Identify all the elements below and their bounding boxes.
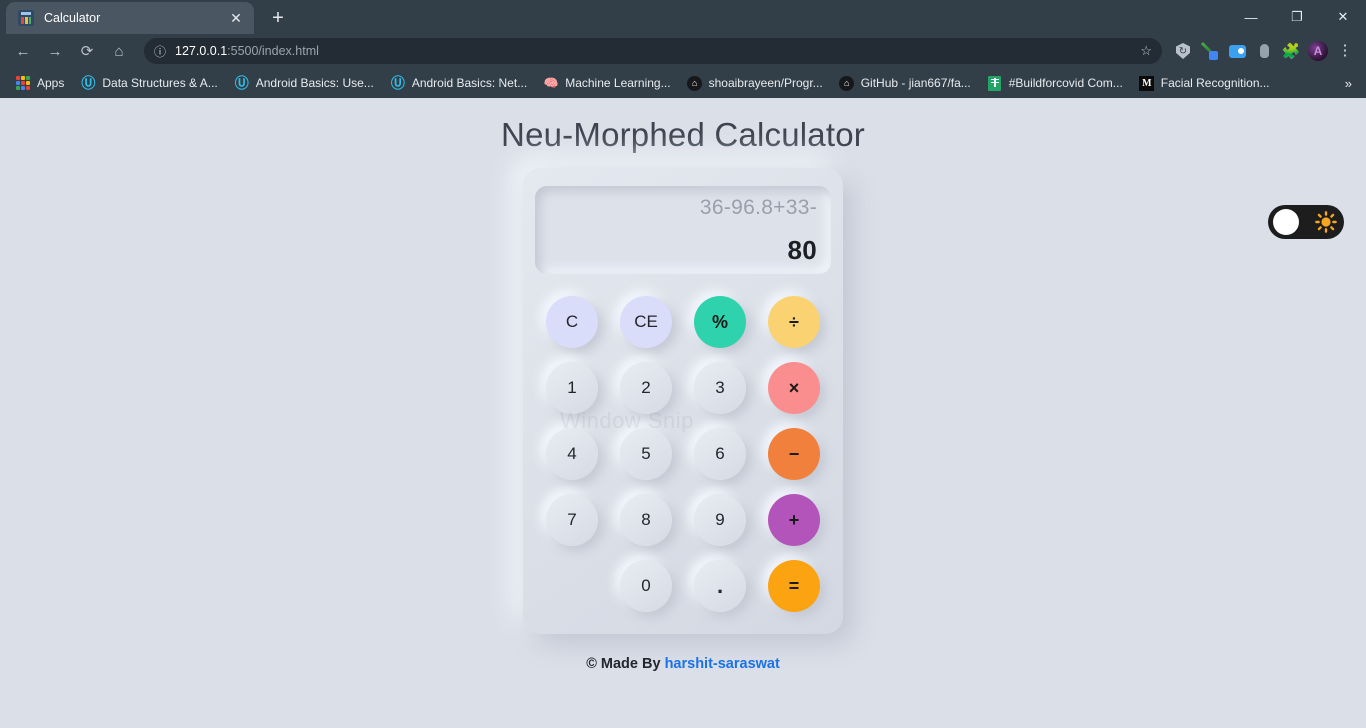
zoom-video-icon[interactable]: [1224, 38, 1250, 64]
reload-icon[interactable]: ⟳: [72, 36, 102, 66]
key-8[interactable]: 8: [620, 494, 672, 546]
medium-icon: M: [1139, 75, 1155, 91]
extensions-puzzle-icon[interactable]: 🧩: [1278, 38, 1304, 64]
new-tab-button[interactable]: +: [264, 4, 292, 32]
key-0[interactable]: 0: [620, 560, 672, 612]
key-7[interactable]: 7: [546, 494, 598, 546]
udacity-icon: Ⓤ: [234, 75, 249, 91]
key-equals[interactable]: =: [768, 560, 820, 612]
bookmark-android-basics-user[interactable]: Ⓤ Android Basics: Use...: [227, 72, 381, 94]
chrome-menu-icon[interactable]: ⋮: [1332, 38, 1358, 64]
bookmark-label: Data Structures & A...: [102, 76, 218, 90]
key-3[interactable]: 3: [694, 362, 746, 414]
key-clear-all[interactable]: C: [546, 296, 598, 348]
calculator-favicon-icon: [18, 10, 34, 26]
calculator-wrapper: 36-96.8+33- 80 C CE % ÷ 1 2 3 × 4 5 6 − …: [0, 168, 1366, 634]
address-bar[interactable]: ⓘ 127.0.0.1:5500/index.html ☆: [144, 38, 1162, 64]
bookmarks-bar: Apps Ⓤ Data Structures & A... Ⓤ Android …: [0, 68, 1366, 98]
key-subtract[interactable]: −: [768, 428, 820, 480]
footer-credit: © Made By harshit-saraswat: [0, 656, 1366, 672]
tab-title: Calculator: [44, 11, 101, 25]
display-result: 80: [787, 235, 817, 265]
display-expression: 36-96.8+33-: [699, 196, 817, 219]
key-spacer: [546, 560, 598, 612]
site-info-icon[interactable]: ⓘ: [154, 43, 166, 60]
toggle-knob[interactable]: [1273, 209, 1299, 235]
toolbar-extension-icons: 🧩 ⋮: [1170, 38, 1358, 64]
bookmark-label: Apps: [37, 76, 65, 90]
key-percent[interactable]: %: [694, 296, 746, 348]
bookmark-label: Android Basics: Use...: [255, 76, 374, 90]
url-host: 127.0.0.1: [175, 44, 228, 58]
profile-avatar-icon[interactable]: [1305, 38, 1331, 64]
apps-grid-icon: [15, 75, 31, 91]
bookmark-label: Android Basics: Net...: [411, 76, 528, 90]
eyedropper-icon[interactable]: [1197, 38, 1223, 64]
bookmark-shoaibrayeen[interactable]: shoaibrayeen/Progr...: [680, 72, 830, 94]
key-5[interactable]: 5: [620, 428, 672, 480]
page-content: Neu-Morphed Calculator 36-96.8+33- 80 C …: [0, 98, 1366, 728]
bookmark-android-basics-net[interactable]: Ⓤ Android Basics: Net...: [383, 72, 534, 94]
bookmark-facial-recognition[interactable]: M Facial Recognition...: [1132, 72, 1277, 94]
bookmark-label: shoaibrayeen/Progr...: [708, 76, 823, 90]
forward-icon[interactable]: →: [40, 36, 70, 66]
close-window-icon[interactable]: ✕: [1320, 0, 1366, 34]
key-add[interactable]: +: [768, 494, 820, 546]
bookmark-machine-learning[interactable]: 🧠 Machine Learning...: [536, 72, 677, 94]
calculator-display: 36-96.8+33- 80: [535, 186, 831, 274]
footer-prefix: © Made By: [586, 656, 665, 672]
tab-strip: Calculator ✕ + — ❐ ✕: [0, 0, 1366, 34]
key-multiply[interactable]: ×: [768, 362, 820, 414]
key-1[interactable]: 1: [546, 362, 598, 414]
home-icon[interactable]: ⌂: [104, 36, 134, 66]
bookmark-apps[interactable]: Apps: [8, 72, 71, 94]
google-sheets-icon: [987, 75, 1003, 91]
calculator-keypad: C CE % ÷ 1 2 3 × 4 5 6 − 7 8 9 + 0 . =: [535, 296, 831, 612]
key-decimal[interactable]: .: [694, 560, 746, 612]
browser-tab-calculator[interactable]: Calculator ✕: [6, 2, 254, 34]
page-title: Neu-Morphed Calculator: [501, 116, 865, 153]
github-icon: [839, 75, 855, 91]
bookmark-label: Machine Learning...: [565, 76, 671, 90]
key-6[interactable]: 6: [694, 428, 746, 480]
theme-toggle[interactable]: [1268, 205, 1344, 239]
key-9[interactable]: 9: [694, 494, 746, 546]
key-4[interactable]: 4: [546, 428, 598, 480]
bookmark-star-icon[interactable]: ☆: [1132, 43, 1152, 59]
browser-toolbar: ← → ⟳ ⌂ ⓘ 127.0.0.1:5500/index.html ☆ 🧩 …: [0, 34, 1366, 68]
author-link[interactable]: harshit-saraswat: [665, 656, 780, 672]
github-icon: [687, 75, 703, 91]
bookmark-label: Facial Recognition...: [1160, 76, 1270, 90]
url-path: :5500/index.html: [227, 44, 319, 58]
key-2[interactable]: 2: [620, 362, 672, 414]
key-divide[interactable]: ÷: [768, 296, 820, 348]
key-clear-entry[interactable]: CE: [620, 296, 672, 348]
bookmark-buildforcovid[interactable]: #Buildforcovid Com...: [980, 72, 1130, 94]
close-tab-icon[interactable]: ✕: [226, 8, 246, 28]
sun-icon: [1315, 211, 1337, 233]
bug-icon[interactable]: [1251, 38, 1277, 64]
bookmarks-overflow-icon[interactable]: »: [1339, 76, 1358, 91]
back-icon[interactable]: ←: [8, 36, 38, 66]
window-controls: — ❐ ✕: [1228, 0, 1366, 34]
udacity-icon: Ⓤ: [81, 75, 96, 91]
bookmark-github-jian667[interactable]: GitHub - jian667/fa...: [832, 72, 978, 94]
brain-icon: 🧠: [543, 76, 559, 90]
udacity-icon: Ⓤ: [390, 75, 405, 91]
bookmark-label: GitHub - jian667/fa...: [860, 76, 971, 90]
shield-icon[interactable]: [1170, 38, 1196, 64]
browser-chrome: Calculator ✕ + — ❐ ✕ ← → ⟳ ⌂ ⓘ 127.0.0.1…: [0, 0, 1366, 98]
bookmark-label: #Buildforcovid Com...: [1008, 76, 1123, 90]
address-bar-url: 127.0.0.1:5500/index.html: [175, 44, 319, 58]
bookmark-data-structures[interactable]: Ⓤ Data Structures & A...: [73, 72, 224, 94]
minimize-window-icon[interactable]: —: [1228, 0, 1274, 34]
maximize-window-icon[interactable]: ❐: [1274, 0, 1320, 34]
calculator-panel: 36-96.8+33- 80 C CE % ÷ 1 2 3 × 4 5 6 − …: [523, 168, 843, 634]
